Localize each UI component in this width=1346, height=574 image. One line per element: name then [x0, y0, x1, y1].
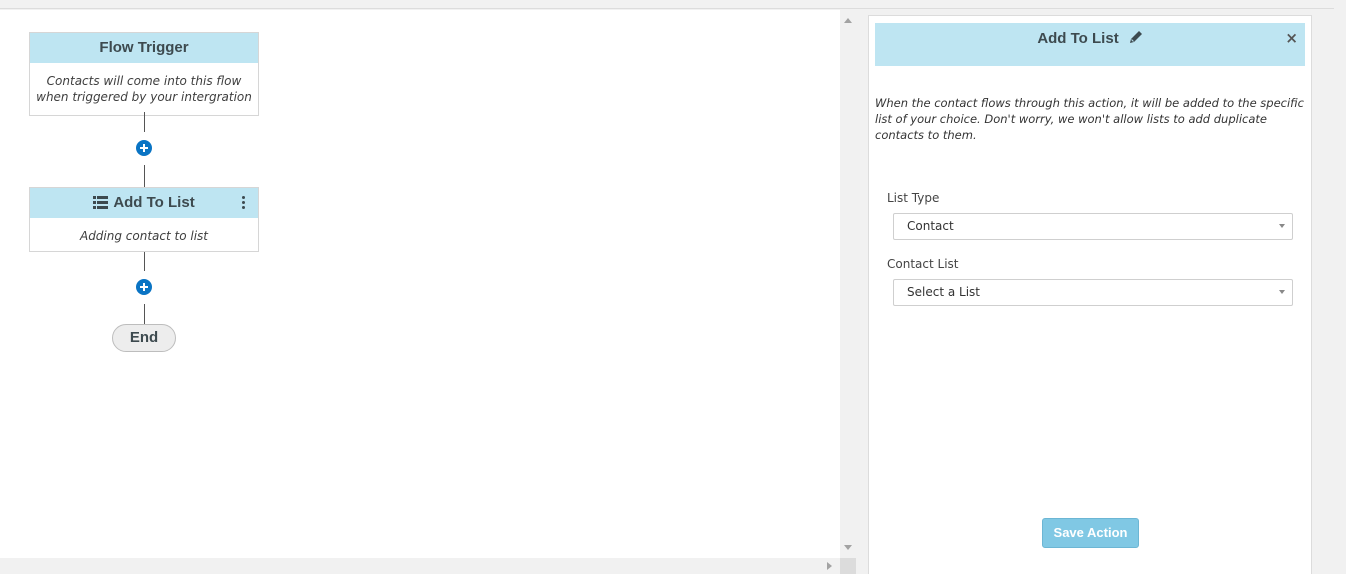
list-icon: [93, 196, 109, 209]
horizontal-scrollbar[interactable]: [0, 558, 840, 574]
node-menu-kebab-icon[interactable]: [242, 196, 246, 210]
panel-title: Add To List: [1037, 30, 1119, 47]
list-type-value: Contact: [907, 219, 954, 233]
pencil-icon[interactable]: [1129, 30, 1143, 44]
flow-trigger-description: Contacts will come into this flow when t…: [36, 74, 252, 104]
add-step-plus-icon[interactable]: [136, 279, 152, 295]
panel-header: Add To List ×: [875, 23, 1305, 66]
panel-title-row: Add To List: [875, 23, 1305, 55]
right-gutter: [1334, 0, 1346, 574]
add-to-list-node-header: Add To List: [30, 188, 258, 218]
panel-description: When the contact flows through this acti…: [875, 96, 1304, 142]
scroll-up-arrow-icon[interactable]: [844, 18, 852, 23]
top-border: [0, 0, 1334, 9]
connector-line: [144, 304, 145, 324]
chevron-down-icon: [1279, 290, 1285, 294]
list-type-select[interactable]: Contact: [893, 213, 1293, 240]
flow-trigger-node[interactable]: Flow Trigger Contacts will come into thi…: [29, 32, 259, 116]
list-type-label: List Type: [887, 191, 940, 205]
add-to-list-node-title: Add To List: [113, 194, 195, 211]
flow-canvas-wrapper: Flow Trigger Contacts will come into thi…: [0, 10, 856, 574]
contact-list-value: Select a List: [907, 285, 980, 299]
connector-line: [144, 252, 145, 271]
vertical-scrollbar[interactable]: [840, 10, 856, 558]
flow-trigger-title: Flow Trigger: [30, 33, 258, 63]
close-icon[interactable]: ×: [1285, 30, 1298, 46]
add-to-list-node-description: Adding contact to list: [79, 229, 209, 243]
contact-list-select[interactable]: Select a List: [893, 279, 1293, 306]
add-step-plus-icon[interactable]: [136, 140, 152, 156]
scroll-down-arrow-icon[interactable]: [844, 545, 852, 550]
flow-canvas[interactable]: Flow Trigger Contacts will come into thi…: [0, 10, 840, 558]
connector-line: [144, 165, 145, 187]
action-settings-panel: Add To List × When the contact flows thr…: [868, 15, 1312, 574]
scroll-right-arrow-icon[interactable]: [827, 562, 832, 570]
scrollbar-corner: [840, 558, 856, 574]
contact-list-label: Contact List: [887, 257, 959, 271]
end-node: End: [112, 324, 176, 352]
connector-line: [144, 112, 145, 132]
add-to-list-node[interactable]: Add To List Adding contact to list: [29, 187, 259, 252]
save-action-button[interactable]: Save Action: [1042, 518, 1139, 548]
chevron-down-icon: [1279, 224, 1285, 228]
